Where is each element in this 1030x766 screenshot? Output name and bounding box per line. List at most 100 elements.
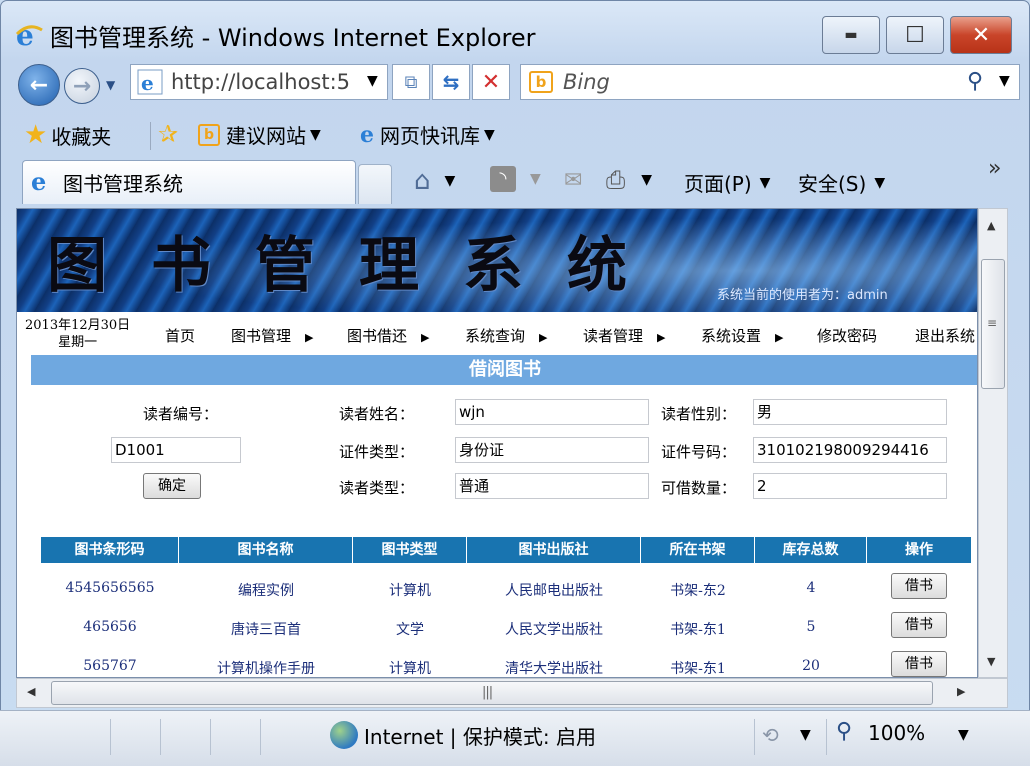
borrow-button[interactable]: 借书 [891, 651, 947, 677]
back-button[interactable]: ← [18, 64, 60, 106]
submenu-arrow-icon: ▶ [539, 331, 548, 344]
cell-barcode: 565767 [83, 658, 137, 674]
address-input[interactable]: http://localhost:5 [171, 70, 351, 94]
search-box[interactable]: b Bing ⚲ ▼ [520, 64, 1020, 100]
cell-shelf: 书架-东1 [670, 622, 726, 638]
reader-id-input[interactable]: D1001 [111, 437, 241, 463]
table-row: 465656 唐诗三百首 文学 人民文学出版社 书架-东1 5 借书 [41, 610, 971, 646]
close-icon: ✕ [971, 22, 991, 48]
fav-link-label: 网页快讯库 [380, 124, 480, 148]
banner-title: 图书管理系统 [47, 231, 671, 301]
mail-button[interactable]: ✉ [564, 168, 582, 193]
zoom-icon[interactable]: ⚲ [836, 719, 852, 744]
address-bar[interactable]: e http://localhost:5 ▼ [130, 64, 388, 100]
feeds-button[interactable]: ◝ ▼ [490, 166, 541, 192]
menu-book-management[interactable]: 图书管理 ▶ [231, 325, 313, 346]
cell-barcode: 4545656565 [65, 580, 155, 596]
reader-gender-label: 读者性别： [661, 405, 737, 423]
menu-reader-management[interactable]: 读者管理 ▶ [583, 325, 665, 346]
menu-system-query[interactable]: 系统查询 ▶ [465, 325, 547, 346]
table-row: 565767 计算机操作手册 计算机 清华大学出版社 书架-东1 20 借书 [41, 649, 971, 677]
cell-publisher: 清华大学出版社 [505, 661, 603, 677]
favorites-label: 收藏夹 [51, 124, 112, 149]
search-input[interactable]: Bing [563, 70, 610, 94]
favorites-bar: ★ 收藏夹 ✰ b 建议网站 ▼ e 网页快讯库 ▼ [10, 112, 1020, 156]
menu-logout[interactable]: 退出系统 [915, 325, 975, 346]
reader-name-field[interactable]: wjn [455, 399, 649, 425]
page-icon: e [137, 69, 163, 95]
add-favorite-icon[interactable]: ✰ [158, 120, 178, 148]
cell-publisher: 人民文学出版社 [505, 622, 603, 638]
borrow-button[interactable]: 借书 [891, 573, 947, 599]
scroll-right-icon[interactable]: ▶ [957, 685, 965, 698]
app-banner: 图书管理系统 系统当前的使用者为：admin [17, 209, 977, 312]
zoom-dropdown-icon[interactable]: ▼ [958, 727, 969, 743]
bing-logo-icon: b [529, 71, 553, 93]
borrow-quota-field[interactable]: 2 [753, 473, 947, 499]
safety-menu-label: 安全(S) [798, 172, 867, 196]
confirm-button[interactable]: 确定 [143, 473, 201, 499]
menu-system-settings[interactable]: 系统设置 ▶ [701, 325, 783, 346]
scroll-left-icon[interactable]: ◀ [27, 685, 35, 698]
weekday-line: 星期一 [58, 335, 98, 350]
borrow-button[interactable]: 借书 [891, 612, 947, 638]
menu-home[interactable]: 首页 [165, 325, 195, 346]
reader-type-label: 读者类型： [339, 479, 415, 497]
borrow-quota-label: 可借数量： [661, 479, 737, 497]
vertical-scrollbar[interactable]: ▲ ≡ ▼ [978, 208, 1008, 678]
col-header-type: 图书类型 [353, 537, 467, 563]
dropdown-icon: ▼ [759, 174, 771, 191]
vertical-scroll-thumb[interactable]: ≡ [981, 259, 1005, 389]
scroll-up-icon[interactable]: ▲ [987, 219, 995, 232]
menu-change-password[interactable]: 修改密码 [817, 325, 877, 346]
compatibility-view-button[interactable]: ⧉ [392, 64, 430, 100]
stop-button[interactable]: ✕ [472, 64, 510, 100]
reader-type-field[interactable]: 普通 [455, 473, 649, 499]
home-button[interactable]: ⌂ ▼ [414, 166, 455, 196]
minimize-button[interactable]: ▬ [822, 16, 880, 54]
tab-title: 图书管理系统 [63, 172, 183, 196]
search-icon[interactable]: ⚲ [967, 69, 983, 94]
refresh-button[interactable]: ⇆ [432, 64, 470, 100]
printer-icon: ⎙ [606, 166, 626, 194]
fav-link-label: 建议网站 [226, 124, 306, 148]
cell-barcode: 465656 [83, 619, 137, 635]
menu-label: 首页 [165, 327, 196, 345]
star-icon: ★ [24, 120, 48, 150]
new-tab-button[interactable] [358, 164, 392, 204]
cell-type: 文学 [396, 622, 424, 638]
ie-small-icon: e [360, 121, 374, 148]
forward-button[interactable]: → [64, 68, 100, 104]
popup-blocker-icon[interactable]: ⟲ [762, 723, 779, 747]
cell-stock: 20 [802, 658, 820, 674]
page-menu-button[interactable]: 页面(P) ▼ [684, 168, 770, 197]
favorites-button[interactable]: ★ 收藏夹 [24, 120, 111, 150]
search-dropdown-icon[interactable]: ▼ [999, 73, 1010, 89]
reader-gender-field[interactable]: 男 [753, 399, 947, 425]
svg-text:e: e [141, 71, 154, 95]
page-viewport: 图书管理系统 系统当前的使用者为：admin 2013年12月30日 星期一 首… [16, 208, 978, 678]
history-dropdown-icon[interactable]: ▼ [106, 78, 115, 92]
cert-number-field[interactable]: 310102198009294416 [753, 437, 947, 463]
print-button[interactable]: ⎙ ▼ [606, 166, 652, 194]
close-button[interactable]: ✕ [950, 16, 1012, 54]
address-dropdown-icon[interactable]: ▼ [367, 73, 378, 89]
horizontal-scroll-thumb[interactable]: ||| [51, 681, 933, 705]
more-commands-icon[interactable]: » [988, 156, 1001, 181]
tab-current[interactable]: e 图书管理系统 [22, 160, 356, 204]
svg-text:e: e [16, 20, 34, 50]
cell-type: 计算机 [389, 661, 431, 677]
maximize-button[interactable]: ☐ [886, 16, 944, 54]
cert-type-field[interactable]: 身份证 [455, 437, 649, 463]
dropdown-icon[interactable]: ▼ [800, 727, 811, 743]
scroll-down-icon[interactable]: ▼ [987, 655, 995, 668]
separator [754, 719, 755, 755]
safety-menu-button[interactable]: 安全(S) ▼ [798, 168, 885, 197]
horizontal-scrollbar[interactable]: ◀ ||| ▶ [16, 678, 1008, 708]
security-zone-text[interactable]: Internet | 保护模式: 启用 [364, 721, 596, 750]
col-header-shelf: 所在书架 [641, 537, 755, 563]
fav-link-web-slice[interactable]: e 网页快讯库 ▼ [360, 120, 495, 149]
fav-link-suggested-sites[interactable]: b 建议网站 ▼ [198, 120, 321, 149]
menu-borrow-return[interactable]: 图书借还 ▶ [347, 325, 429, 346]
zoom-level[interactable]: 100% [868, 721, 925, 745]
